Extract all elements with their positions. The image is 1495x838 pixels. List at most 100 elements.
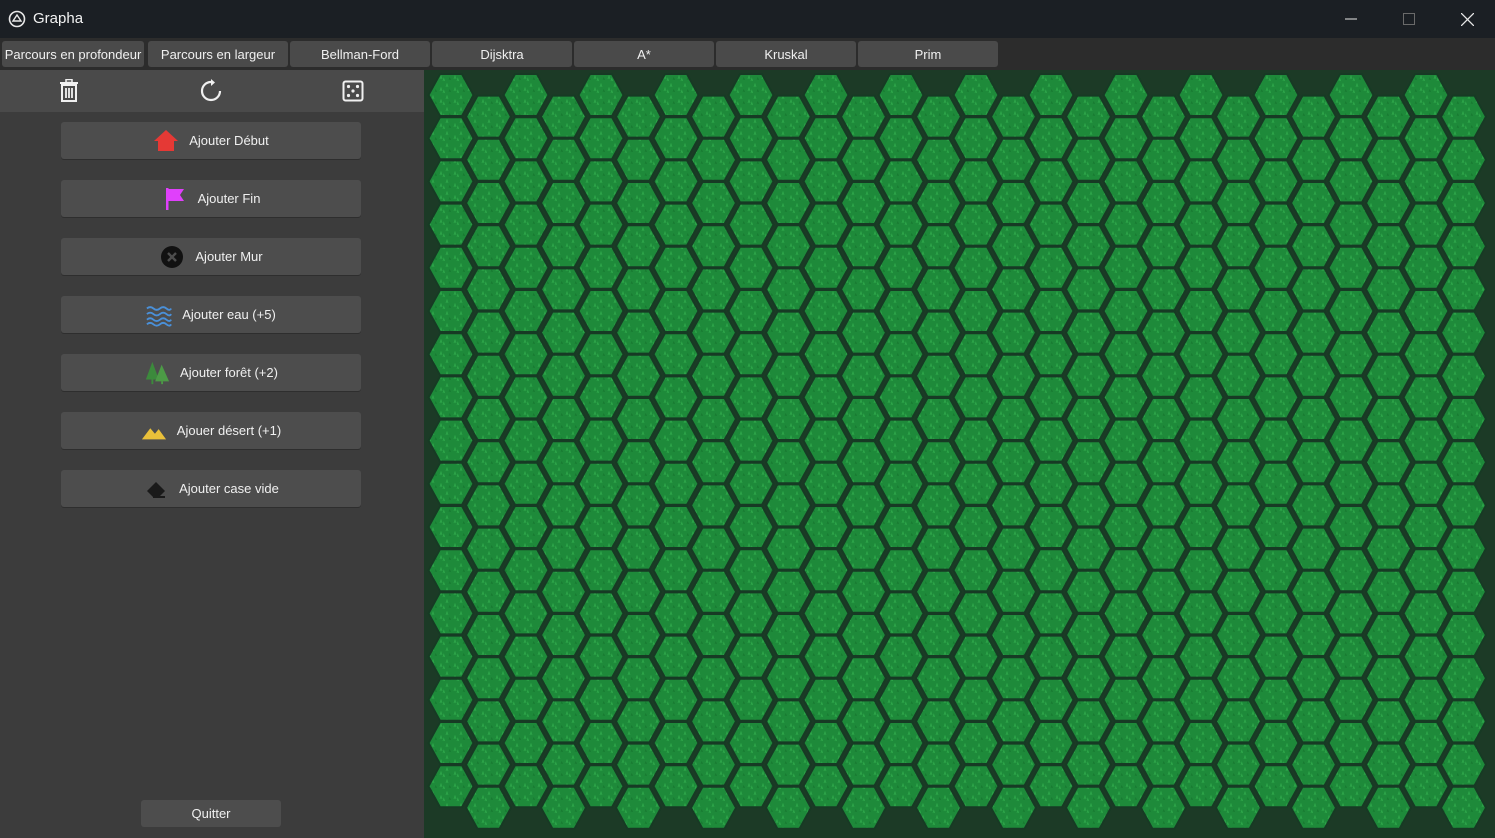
hex-cell[interactable] <box>502 245 550 290</box>
hex-cell[interactable] <box>577 159 625 204</box>
hex-cell[interactable] <box>1289 267 1338 312</box>
tab-a-star[interactable]: A* <box>574 41 714 67</box>
hex-cell[interactable] <box>764 353 813 398</box>
hex-cell[interactable] <box>877 634 925 679</box>
hex-cell[interactable] <box>989 440 1038 485</box>
hex-cell[interactable] <box>464 224 513 269</box>
hex-cell[interactable] <box>502 73 550 117</box>
random-button[interactable] <box>338 76 368 106</box>
hex-cell[interactable] <box>1139 224 1188 269</box>
hex-cell[interactable] <box>727 721 775 765</box>
hex-cell[interactable] <box>1252 721 1300 765</box>
hex-cell[interactable] <box>577 591 625 636</box>
hex-cell[interactable] <box>839 699 888 744</box>
hex-cell[interactable] <box>1027 332 1075 377</box>
hex-cell[interactable] <box>1252 375 1300 420</box>
hex-cell[interactable] <box>764 440 813 485</box>
hex-cell[interactable] <box>1064 483 1113 528</box>
hex-cell[interactable] <box>502 289 550 333</box>
hex-cell[interactable] <box>502 116 550 161</box>
hex-cell[interactable] <box>1102 375 1150 420</box>
hex-cell[interactable] <box>727 591 775 636</box>
hex-cell[interactable] <box>877 116 925 161</box>
hex-cell[interactable] <box>1364 699 1413 744</box>
add-end-button[interactable]: Ajouter Fin <box>61 180 361 217</box>
hex-cell[interactable] <box>1139 613 1188 657</box>
hex-cell[interactable] <box>502 721 550 765</box>
hex-cell[interactable] <box>1102 461 1150 506</box>
hex-cell[interactable] <box>1027 591 1075 636</box>
hex-cell[interactable] <box>652 634 700 679</box>
hex-cell[interactable] <box>464 181 513 225</box>
hex-cell[interactable] <box>1102 591 1150 636</box>
hex-cell[interactable] <box>989 785 1038 830</box>
hex-cell[interactable] <box>539 656 588 701</box>
hex-cell[interactable] <box>989 569 1038 614</box>
hex-grid[interactable] <box>424 70 1495 838</box>
hex-cell[interactable] <box>1327 332 1375 377</box>
hex-cell[interactable] <box>839 526 888 571</box>
tab-parcours-largeur[interactable]: Parcours en largeur <box>148 41 288 67</box>
hex-cell[interactable] <box>1364 94 1413 139</box>
hex-cell[interactable] <box>1364 483 1413 528</box>
hex-cell[interactable] <box>1364 569 1413 614</box>
hex-cell[interactable] <box>652 764 700 809</box>
hex-cell[interactable] <box>1064 742 1113 787</box>
hex-cell[interactable] <box>1064 181 1113 225</box>
hex-cell[interactable] <box>1289 440 1338 485</box>
hex-cell[interactable] <box>1177 159 1225 204</box>
hex-cell[interactable] <box>839 483 888 528</box>
hex-cell[interactable] <box>952 289 1000 333</box>
hex-cell[interactable] <box>1139 699 1188 744</box>
hex-cell[interactable] <box>502 461 550 506</box>
hex-cell[interactable] <box>802 461 850 506</box>
hex-cell[interactable] <box>689 353 738 398</box>
hex-cell[interactable] <box>1139 440 1188 485</box>
hex-cell[interactable] <box>802 202 850 247</box>
hex-cell[interactable] <box>539 742 588 787</box>
hex-cell[interactable] <box>652 721 700 765</box>
hex-cell[interactable] <box>427 289 475 333</box>
hex-cell[interactable] <box>1252 634 1300 679</box>
hex-cell[interactable] <box>614 181 663 225</box>
hex-cell[interactable] <box>1252 505 1300 549</box>
hex-cell[interactable] <box>652 116 700 161</box>
hex-cell[interactable] <box>1064 353 1113 398</box>
hex-cell[interactable] <box>839 267 888 312</box>
hex-cell[interactable] <box>652 159 700 204</box>
hex-cell[interactable] <box>802 116 850 161</box>
hex-cell[interactable] <box>1177 375 1225 420</box>
hex-cell[interactable] <box>727 245 775 290</box>
hex-cell[interactable] <box>464 397 513 441</box>
hex-cell[interactable] <box>877 159 925 204</box>
add-start-button[interactable]: Ajouter Début <box>61 122 361 159</box>
hex-cell[interactable] <box>539 353 588 398</box>
hex-cell[interactable] <box>652 677 700 722</box>
hex-cell[interactable] <box>914 569 963 614</box>
quit-button[interactable]: Quitter <box>141 800 281 827</box>
hex-cell[interactable] <box>1439 397 1488 441</box>
hex-cell[interactable] <box>914 267 963 312</box>
hex-cell[interactable] <box>839 569 888 614</box>
hex-cell[interactable] <box>802 721 850 765</box>
hex-cell[interactable] <box>839 224 888 269</box>
hex-cell[interactable] <box>764 267 813 312</box>
hex-cell[interactable] <box>1327 591 1375 636</box>
hex-cell[interactable] <box>914 483 963 528</box>
hex-cell[interactable] <box>539 137 588 182</box>
hex-cell[interactable] <box>464 310 513 355</box>
hex-cell[interactable] <box>689 742 738 787</box>
hex-cell[interactable] <box>1102 289 1150 333</box>
hex-cell[interactable] <box>1102 505 1150 549</box>
hex-cell[interactable] <box>614 137 663 182</box>
hex-cell[interactable] <box>1102 159 1150 204</box>
tab-parcours-profondeur[interactable]: Parcours en profondeur <box>2 41 144 67</box>
hex-cell[interactable] <box>502 677 550 722</box>
hex-cell[interactable] <box>764 526 813 571</box>
hex-cell[interactable] <box>577 116 625 161</box>
hex-cell[interactable] <box>877 764 925 809</box>
hex-cell[interactable] <box>764 742 813 787</box>
hex-cell[interactable] <box>1139 569 1188 614</box>
hex-cell[interactable] <box>914 656 963 701</box>
hex-cell[interactable] <box>952 375 1000 420</box>
